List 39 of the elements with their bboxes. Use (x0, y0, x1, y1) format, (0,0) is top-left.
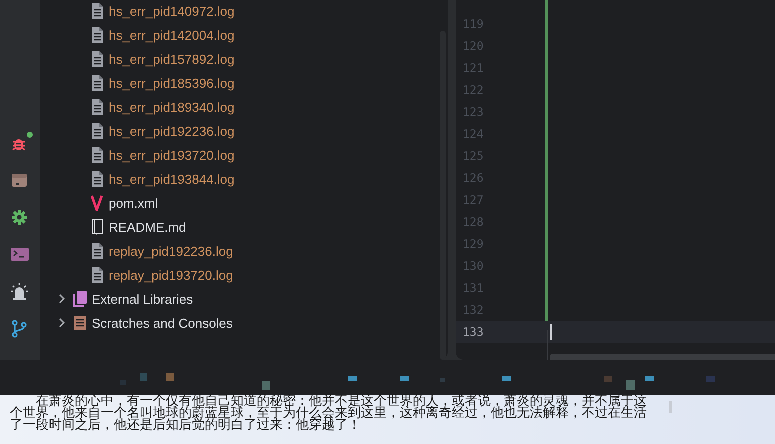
books-icon (73, 291, 87, 307)
file-icon (91, 267, 104, 283)
file-name[interactable]: README.md (109, 220, 186, 234)
file-name[interactable]: replay_pid192236.log (109, 244, 234, 258)
archive-box-icon[interactable] (11, 172, 29, 190)
alarm-light-icon[interactable] (11, 283, 29, 301)
scrollbar[interactable] (550, 354, 775, 360)
chevron-right-icon[interactable] (57, 318, 67, 328)
line-number: 133 (462, 324, 485, 341)
file-name[interactable]: hs_err_pid185396.log (109, 76, 235, 90)
letter-v-icon (91, 195, 104, 211)
file-icon (91, 147, 104, 163)
file-icon (91, 27, 104, 43)
file-name[interactable]: hs_err_pid142004.log (109, 28, 235, 42)
file-name[interactable]: hs_err_pid140972.log (109, 4, 235, 18)
file-name[interactable]: hs_err_pid192236.log (109, 124, 235, 138)
settings-icon[interactable] (11, 209, 29, 227)
story-paragraph: 在萧炎的心中，有一个仅有他自己知道的秘密：他并不是这个世界的人，或者说，萧炎的灵魂，并不属于这个世界，他来自一个名叫地球的蔚蓝星球，至于为什么会来到这里，这种离奇经过，他也无法解释，不过在生活了一段时间之后，他还是后知后觉的明白了过来：他穿越了！ (10, 396, 648, 432)
file-icon (91, 99, 104, 115)
file-icon (91, 75, 104, 91)
file-name[interactable]: hs_err_pid157892.log (109, 52, 235, 66)
file-icon (91, 51, 104, 67)
tree-node-label[interactable]: Scratches and Consoles (92, 316, 233, 330)
branch-icon[interactable] (11, 320, 29, 338)
file-icon (91, 3, 104, 19)
tree-node-label[interactable]: External Libraries (92, 292, 194, 306)
file-icon (91, 243, 104, 259)
chevron-right-icon[interactable] (57, 294, 67, 304)
file-name[interactable]: replay_pid193720.log (109, 268, 234, 282)
file-icon (91, 171, 104, 187)
file-name[interactable]: hs_err_pid193720.log (109, 148, 235, 162)
notepad-icon (73, 315, 87, 331)
file-name[interactable]: pom.xml (109, 196, 158, 210)
text-cursor (550, 324, 552, 340)
file-icon (91, 123, 104, 139)
book-icon (91, 219, 104, 235)
file-name[interactable]: hs_err_pid193844.log (109, 172, 235, 186)
file-name[interactable]: hs_err_pid189340.log (109, 100, 235, 114)
terminal-icon[interactable] (11, 246, 29, 264)
